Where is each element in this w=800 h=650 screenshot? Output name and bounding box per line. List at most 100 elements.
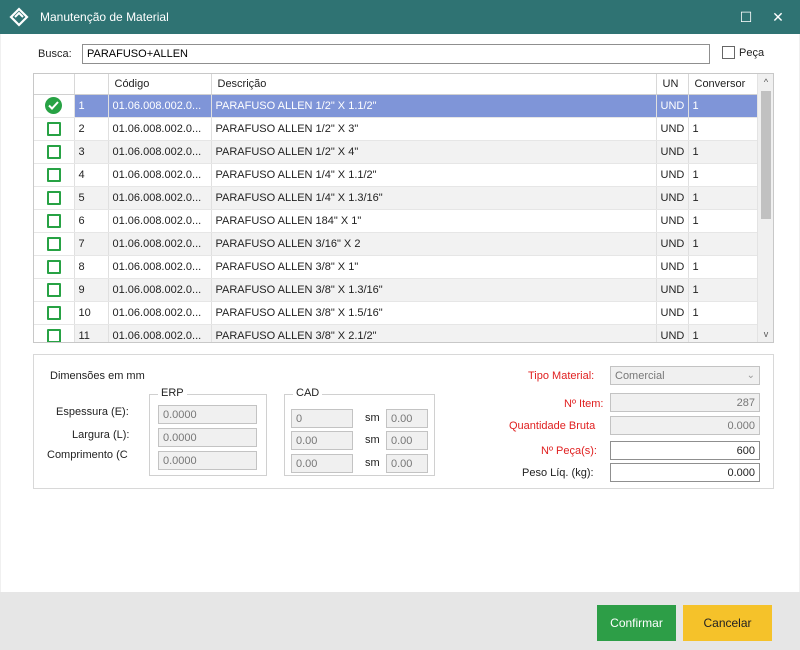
row-number: 6 (74, 209, 109, 233)
check-circle-icon[interactable] (45, 97, 63, 114)
row-checkbox-cell[interactable] (34, 232, 75, 256)
table-row[interactable]: 10 01.06.008.002.0... PARAFUSO ALLEN 3/8" … (34, 301, 759, 325)
row-checkbox-cell[interactable] (34, 163, 75, 187)
table-row[interactable]: 3 01.06.008.002.0... PARAFUSO ALLEN 1/2" X… (34, 140, 759, 164)
table-row[interactable]: 2 01.06.008.002.0... PARAFUSO ALLEN 1/2" X… (34, 117, 759, 141)
table-row[interactable]: 6 01.06.008.002.0... PARAFUSO ALLEN 184" X… (34, 209, 759, 233)
cad-espessura-field[interactable]: 0 (291, 409, 353, 428)
row-codigo: 01.06.008.002.0... (108, 278, 212, 302)
close-button[interactable]: ✕ (762, 0, 794, 34)
table-row[interactable]: 5 01.06.008.002.0... PARAFUSO ALLEN 1/4" X… (34, 186, 759, 210)
row-descricao: PARAFUSO ALLEN 184" X 1" (211, 209, 657, 233)
scroll-up-arrow-icon[interactable]: ^ (758, 74, 773, 90)
cad-espessura-sm-field[interactable]: 0.00 (386, 409, 428, 428)
row-checkbox[interactable] (46, 305, 61, 320)
row-conversor: 1 (688, 232, 759, 256)
row-checkbox[interactable] (46, 259, 61, 274)
peca-checkbox-box[interactable] (722, 46, 735, 59)
row-checkbox-cell[interactable] (34, 209, 75, 233)
table-row[interactable]: 11 01.06.008.002.0... PARAFUSO ALLEN 3/8" … (34, 324, 759, 342)
cad-sm-label-1: sm (365, 412, 380, 424)
row-checkbox-cell[interactable] (34, 255, 75, 279)
cancel-button[interactable]: Cancelar (683, 605, 772, 641)
erp-comprimento-field[interactable]: 0.0000 (158, 451, 257, 470)
row-checkbox-cell[interactable] (34, 324, 75, 342)
table-row[interactable]: 1 01.06.008.002.0... PARAFUSO ALLEN 1/2" X… (34, 94, 759, 118)
row-descricao: PARAFUSO ALLEN 3/8" X 1.3/16" (211, 278, 657, 302)
cad-group-title: CAD (293, 387, 323, 399)
row-checkbox[interactable] (46, 121, 61, 136)
table-row[interactable]: 7 01.06.008.002.0... PARAFUSO ALLEN 3/16" … (34, 232, 759, 256)
pecas-field[interactable]: 600 (610, 441, 760, 460)
row-checkbox[interactable] (46, 167, 61, 182)
row-number: 2 (74, 117, 109, 141)
cad-largura-sm-field[interactable]: 0.00 (386, 431, 428, 450)
table-row[interactable]: 9 01.06.008.002.0... PARAFUSO ALLEN 3/8" X… (34, 278, 759, 302)
row-codigo: 01.06.008.002.0... (108, 301, 212, 325)
materials-table: Código Descrição UN Conversor 1 01.06.008… (34, 74, 759, 342)
app-logo-icon (9, 7, 29, 27)
close-icon: ✕ (772, 8, 784, 25)
peca-checkbox[interactable]: Peça (722, 46, 764, 59)
erp-largura-field[interactable]: 0.0000 (158, 428, 257, 447)
espessura-label: Espessura (E): (56, 406, 129, 418)
grid-vertical-scrollbar[interactable]: ^ v (757, 74, 773, 342)
row-checkbox-cell[interactable] (34, 278, 75, 302)
quantidade-bruta-label: Quantidade Bruta (509, 420, 596, 432)
row-codigo: 01.06.008.002.0... (108, 163, 212, 187)
row-un: UND (656, 278, 689, 302)
row-codigo: 01.06.008.002.0... (108, 324, 212, 342)
row-checkbox[interactable] (46, 328, 61, 342)
scrollbar-thumb[interactable] (761, 91, 771, 219)
details-panel: Dimensões em mm Espessura (E): Largura (… (33, 354, 774, 489)
row-conversor: 1 (688, 255, 759, 279)
peso-field[interactable]: 0.000 (610, 463, 760, 482)
row-number: 8 (74, 255, 109, 279)
col-header-conversor[interactable]: Conversor (688, 74, 759, 95)
scroll-down-arrow-icon[interactable]: v (758, 326, 773, 342)
row-number: 4 (74, 163, 109, 187)
row-un: UND (656, 209, 689, 233)
erp-group-title: ERP (158, 387, 187, 399)
row-checkbox[interactable] (46, 236, 61, 251)
cad-sm-label-2: sm (365, 434, 380, 446)
search-input[interactable] (82, 44, 710, 64)
row-checkbox[interactable] (46, 213, 61, 228)
row-conversor: 1 (688, 278, 759, 302)
col-header-descricao[interactable]: Descrição (211, 74, 657, 95)
confirm-button[interactable]: Confirmar (597, 605, 676, 641)
table-row[interactable]: 4 01.06.008.002.0... PARAFUSO ALLEN 1/4" X… (34, 163, 759, 187)
pecas-label: Nº Peça(s): (541, 445, 597, 457)
row-checkbox-cell[interactable] (34, 117, 75, 141)
row-checkbox-cell[interactable] (34, 301, 75, 325)
erp-espessura-field[interactable]: 0.0000 (158, 405, 257, 424)
col-header-codigo[interactable]: Código (108, 74, 212, 95)
cad-comprimento-sm-field[interactable]: 0.00 (386, 454, 428, 473)
row-checkbox-cell[interactable] (34, 140, 75, 164)
dimensions-title: Dimensões em mm (50, 370, 145, 382)
row-checkbox-cell[interactable] (34, 186, 75, 210)
row-checkbox-cell[interactable] (34, 94, 75, 118)
row-checkbox[interactable] (46, 144, 61, 159)
row-checkbox[interactable] (46, 282, 61, 297)
cad-largura-field[interactable]: 0.00 (291, 431, 353, 450)
row-descricao: PARAFUSO ALLEN 3/8" X 1" (211, 255, 657, 279)
table-row[interactable]: 8 01.06.008.002.0... PARAFUSO ALLEN 3/8" X… (34, 255, 759, 279)
col-header-check[interactable] (34, 74, 75, 95)
col-header-num[interactable] (74, 74, 109, 95)
cad-comprimento-field[interactable]: 0.00 (291, 454, 353, 473)
tipo-material-select[interactable]: Comercial ⌄ (610, 366, 760, 385)
row-conversor: 1 (688, 209, 759, 233)
row-number: 9 (74, 278, 109, 302)
quantidade-bruta-field[interactable]: 0.000 (610, 416, 760, 435)
chevron-down-icon: ⌄ (746, 370, 755, 381)
row-conversor: 1 (688, 140, 759, 164)
row-un: UND (656, 186, 689, 210)
row-codigo: 01.06.008.002.0... (108, 117, 212, 141)
tipo-material-value: Comercial (615, 370, 665, 382)
maximize-button[interactable]: ☐ (730, 0, 762, 34)
row-descricao: PARAFUSO ALLEN 1/2" X 3" (211, 117, 657, 141)
col-header-un[interactable]: UN (656, 74, 689, 95)
row-checkbox[interactable] (46, 190, 61, 205)
item-field[interactable]: 287 (610, 393, 760, 412)
